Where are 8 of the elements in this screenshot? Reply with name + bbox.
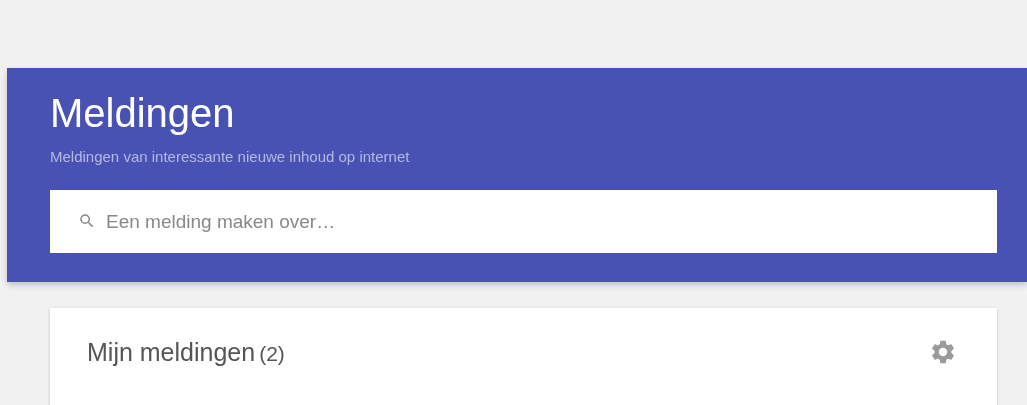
settings-button[interactable] bbox=[929, 338, 957, 366]
search-icon bbox=[78, 212, 96, 230]
settings-icon bbox=[929, 338, 957, 366]
card-title: Mijn meldingen bbox=[87, 337, 256, 367]
alert-count: (2) bbox=[259, 341, 285, 366]
search-field[interactable]: Een melding maken over… bbox=[50, 190, 997, 253]
page-subtitle: Meldingen van interessante nieuwe inhoud op internet bbox=[50, 148, 411, 166]
page-title: Meldingen bbox=[50, 90, 236, 136]
